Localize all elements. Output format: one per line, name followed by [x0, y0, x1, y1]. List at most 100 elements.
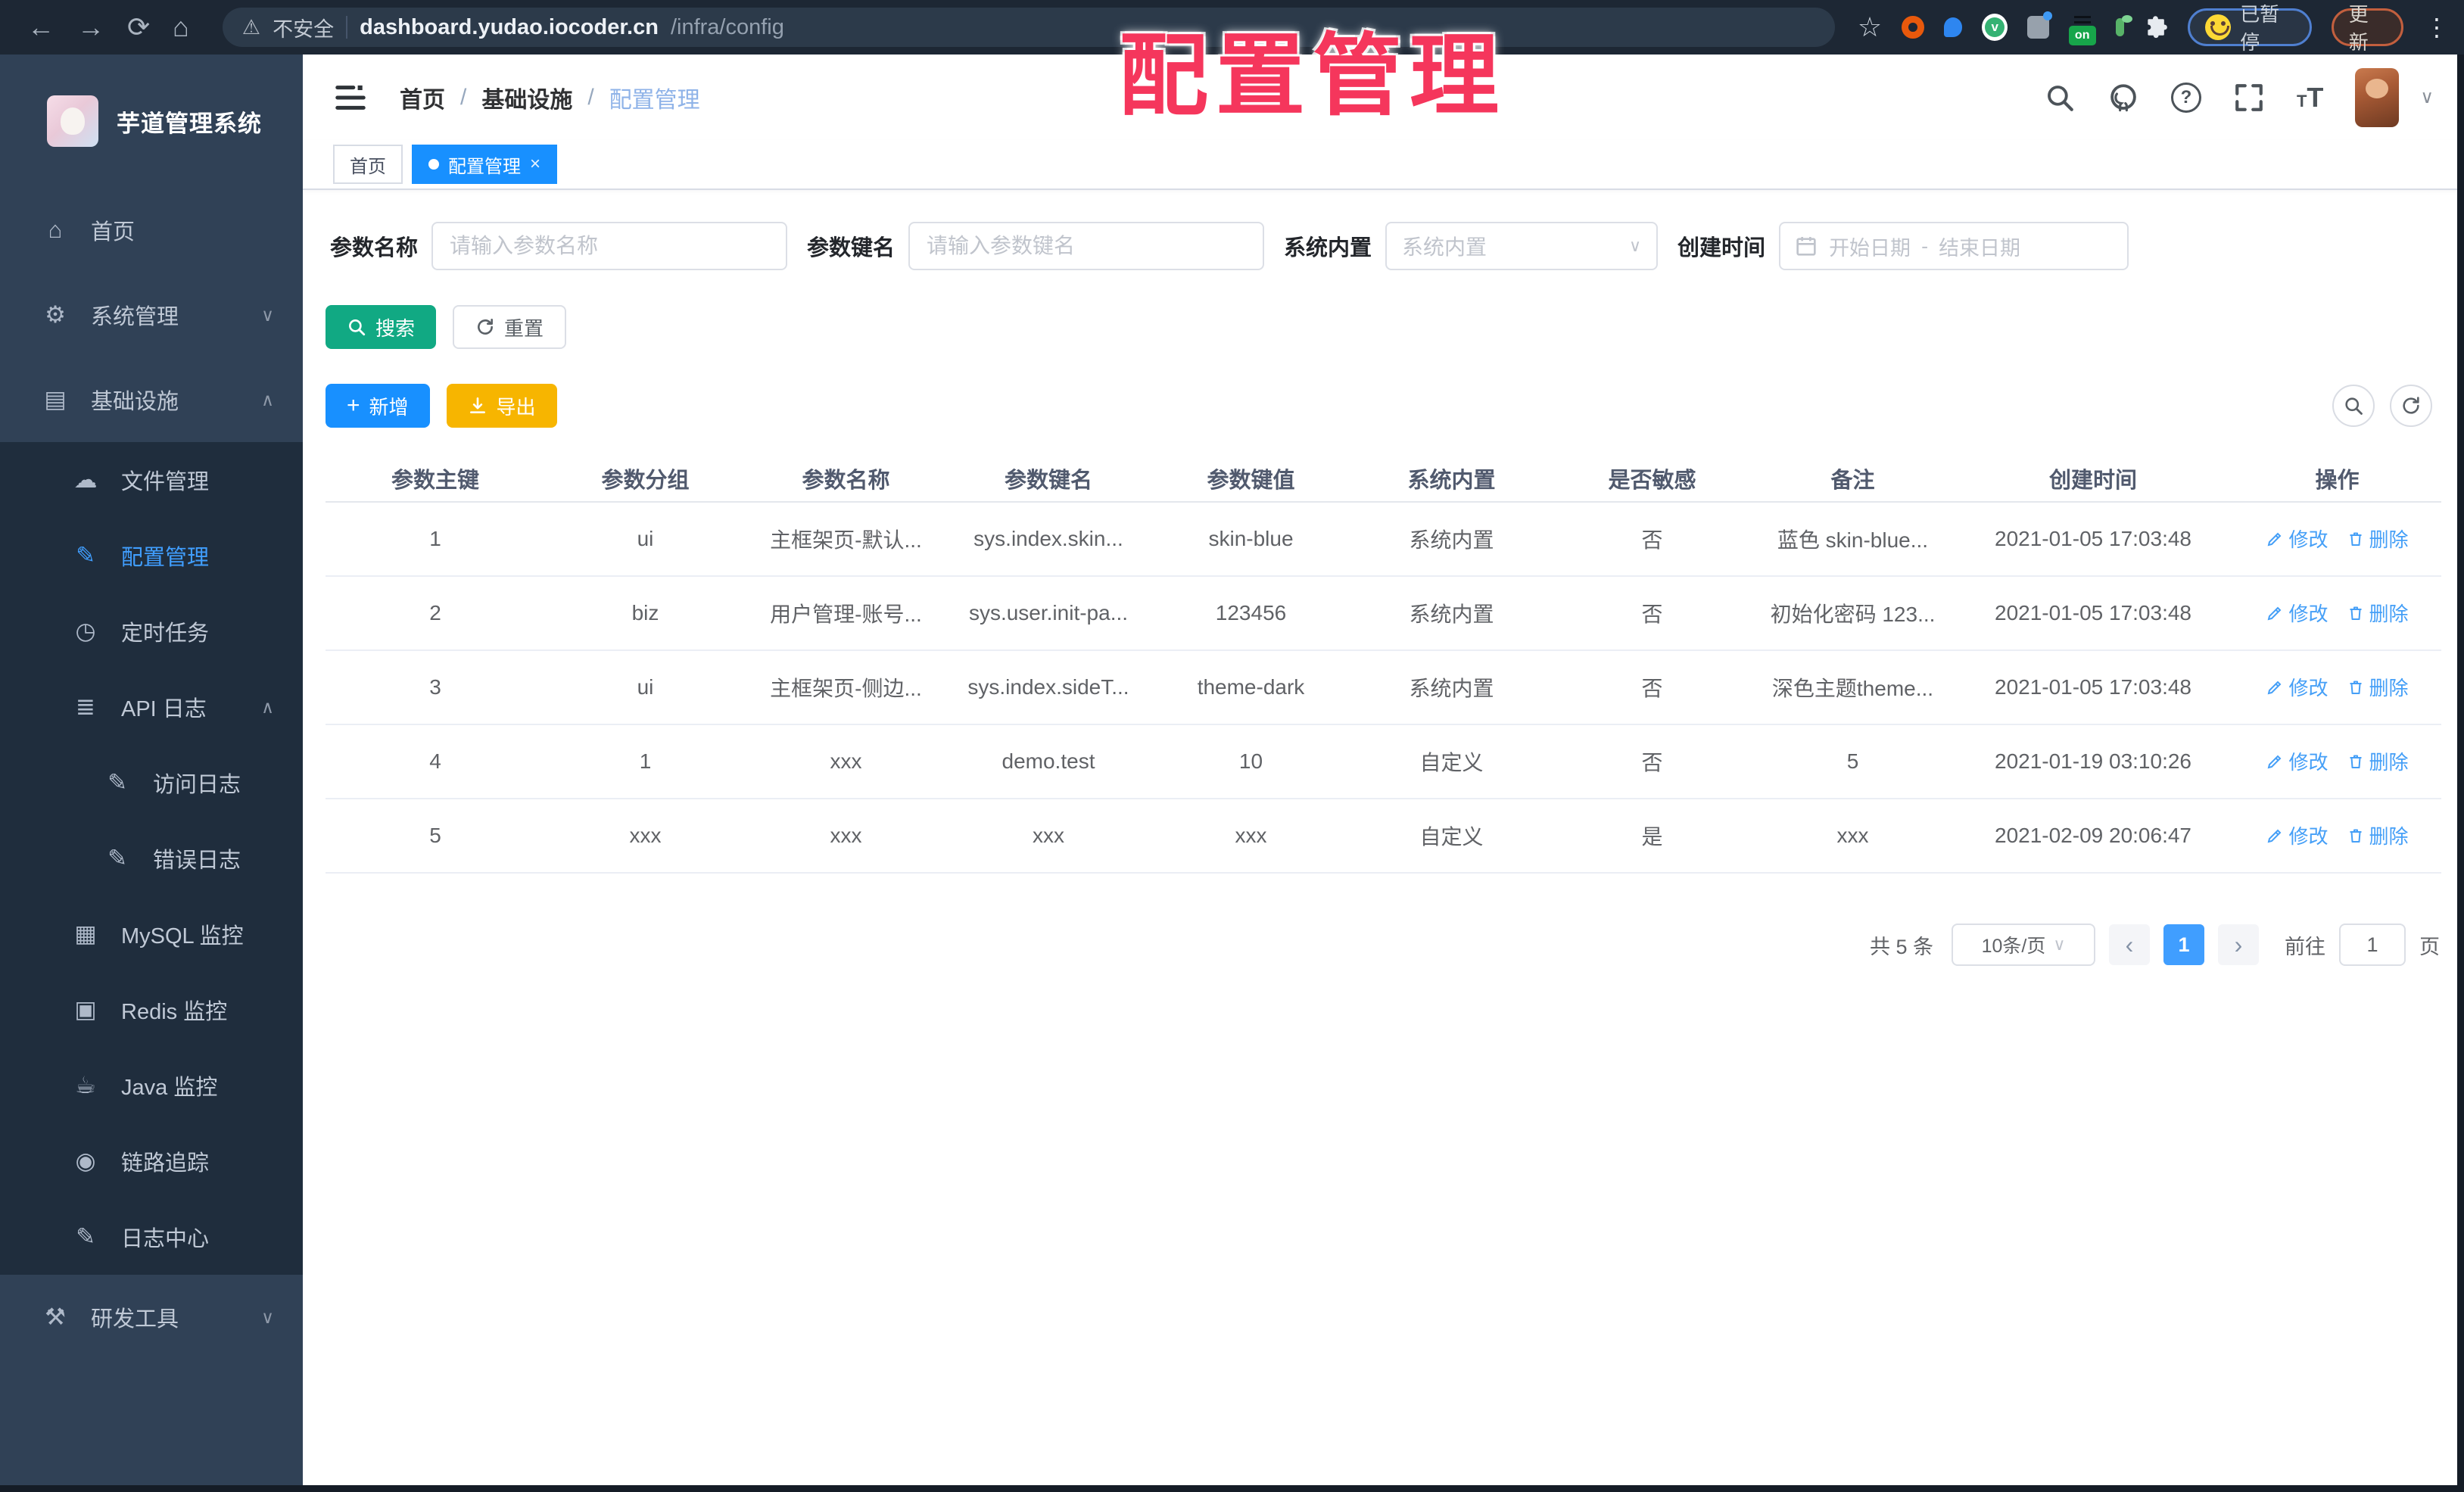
table-toolbar: + 新增 导出	[326, 384, 2441, 428]
current-page-button[interactable]: 1	[2163, 924, 2204, 965]
job-icon: ◷	[75, 618, 96, 644]
system-icon: ⚙	[45, 301, 66, 328]
font-size-icon[interactable]: TT	[2297, 83, 2323, 111]
sidebar-logo[interactable]: 芋道管理系统	[0, 55, 303, 188]
cell-actions: 修改 删除	[2233, 576, 2441, 651]
sidebar-item-config[interactable]: ✎ 配置管理	[0, 518, 303, 593]
sidebar-item-label: Redis 监控	[121, 1000, 228, 1024]
github-icon[interactable]	[2107, 82, 2139, 114]
tag-1[interactable]: 配置管理 ×	[412, 145, 558, 184]
sidebar-item-label: API 日志	[121, 697, 207, 721]
avatar-caret-icon[interactable]: ∨	[2420, 86, 2434, 108]
system-type-select[interactable]: 系统内置 ∨	[1385, 222, 1659, 270]
fullscreen-icon[interactable]	[2233, 82, 2265, 114]
page-size-select[interactable]: 10条/页 ∨	[1952, 924, 2095, 966]
delete-button[interactable]: 删除	[2347, 821, 2409, 849]
toggle-search-button[interactable]	[2332, 385, 2375, 427]
sidebar-item-java[interactable]: ☕ Java 监控	[0, 1048, 303, 1123]
vue-letter: v	[1985, 17, 2005, 37]
cell-id: 5	[326, 799, 545, 874]
goto-page-input[interactable]	[2339, 924, 2406, 966]
bookmark-star-icon[interactable]: ☆	[1858, 11, 1882, 43]
sidebar-menu: ⌂ 首页 ⚙ 系统管理 ∨ ▤ 基础设施 ∧ ☁ 文件管理 ✎ 配置管理 ◷ 定时任务 ≣ API 日志 ∧ ✎ 访…	[0, 188, 303, 1360]
sidebar-item-mysql[interactable]: ▦ MySQL 监控	[0, 896, 303, 972]
delete-button[interactable]: 删除	[2347, 599, 2409, 627]
delete-button[interactable]: 删除	[2347, 673, 2409, 701]
cell-actions: 修改 删除	[2233, 724, 2441, 799]
update-button[interactable]: 更新	[2331, 3, 2403, 54]
next-page-button[interactable]: ›	[2218, 924, 2259, 965]
search-icon[interactable]	[2044, 82, 2076, 114]
edit-button[interactable]: 修改	[2266, 599, 2328, 627]
close-icon[interactable]: ×	[530, 155, 540, 173]
browser-chrome: ← → ⟳ ⌂ ⚠ 不安全 dashboard.yudao.iocoder.cn…	[0, 0, 2464, 55]
cell-value: 123456	[1151, 576, 1351, 651]
sidebar-item-access-log[interactable]: ✎ 访问日志	[0, 745, 303, 821]
search-button[interactable]: 搜索	[326, 305, 437, 349]
cell-remark: xxx	[1752, 799, 1953, 874]
prev-page-button[interactable]: ‹	[2109, 924, 2150, 965]
sidebar-item-label: 定时任务	[121, 621, 210, 646]
home-icon[interactable]: ⌂	[173, 14, 189, 41]
cell-name: 主框架页-默认...	[746, 502, 946, 577]
tag-0[interactable]: 首页	[333, 145, 403, 184]
extension-donut-icon[interactable]	[1902, 16, 1924, 39]
extensions-puzzle-icon[interactable]	[2144, 14, 2168, 40]
sidebar-item-redis[interactable]: ▣ Redis 监控	[0, 972, 303, 1048]
file-icon: ☁	[73, 466, 98, 493]
delete-button[interactable]: 删除	[2347, 525, 2409, 553]
add-button[interactable]: + 新增	[326, 384, 430, 428]
download-icon	[469, 397, 485, 413]
filter-form: 参数名称 参数键名 系统内置 系统内置 ∨ 创建时间 开始日期 -	[326, 222, 2441, 270]
cell-remark: 5	[1752, 724, 1953, 799]
breadcrumb-infra[interactable]: 基础设施	[481, 81, 572, 114]
sidebar-item-error-log[interactable]: ✎ 错误日志	[0, 821, 303, 896]
hamburger-icon[interactable]	[333, 80, 368, 115]
delete-button[interactable]: 删除	[2347, 747, 2409, 775]
reset-button[interactable]: 重置	[453, 305, 567, 349]
sidebar-item-api-log[interactable]: ≣ API 日志 ∧	[0, 669, 303, 745]
edit-button[interactable]: 修改	[2266, 747, 2328, 775]
reload-icon[interactable]: ⟳	[127, 14, 150, 41]
cell-actions: 修改 删除	[2233, 799, 2441, 874]
export-button[interactable]: 导出	[446, 384, 557, 428]
edit-button[interactable]: 修改	[2266, 821, 2328, 849]
help-icon[interactable]: ?	[2170, 82, 2201, 113]
address-bar[interactable]: ⚠ 不安全 dashboard.yudao.iocoder.cn /infra/…	[222, 8, 1835, 47]
sidebar-item-file[interactable]: ☁ 文件管理	[0, 442, 303, 518]
extension-sprout-icon[interactable]	[2115, 15, 2133, 36]
sidebar-item-log-center[interactable]: ✎ 日志中心	[0, 1199, 303, 1275]
cell-value: theme-dark	[1151, 650, 1351, 725]
sidebar-item-home[interactable]: ⌂ 首页	[0, 188, 303, 273]
extension-translate-icon[interactable]	[2027, 11, 2053, 39]
cell-sensitive: 是	[1552, 799, 1752, 874]
extension-drop-icon[interactable]	[1943, 17, 1963, 37]
forward-icon[interactable]: →	[77, 14, 104, 41]
page-content: 参数名称 参数键名 系统内置 系统内置 ∨ 创建时间 开始日期 -	[303, 190, 2464, 1492]
edit-button[interactable]: 修改	[2266, 525, 2328, 553]
sidebar-item-infra[interactable]: ▤ 基础设施 ∧	[0, 357, 303, 442]
sidebar-item-label: 日志中心	[121, 1227, 210, 1251]
user-avatar[interactable]	[2355, 67, 2400, 127]
edit-button[interactable]: 修改	[2266, 673, 2328, 701]
refresh-table-button[interactable]	[2390, 385, 2432, 427]
back-icon[interactable]: ←	[27, 14, 55, 41]
plus-icon: +	[347, 393, 360, 418]
extension-vue-icon[interactable]: v	[1982, 14, 2008, 41]
sidebar-item-trace[interactable]: ◉ 链路追踪	[0, 1123, 303, 1199]
column-header-0: 参数主键	[326, 455, 545, 503]
param-key-input[interactable]	[908, 222, 1265, 270]
date-range-picker[interactable]: 开始日期 - 结束日期	[1779, 222, 2129, 270]
param-name-input[interactable]	[431, 222, 788, 270]
browser-menu-icon[interactable]: ⋮	[2425, 13, 2449, 42]
breadcrumb-home[interactable]: 首页	[400, 81, 445, 114]
paused-extension-button[interactable]: 已暂停	[2188, 3, 2312, 54]
sidebar-item-job[interactable]: ◷ 定时任务	[0, 593, 303, 669]
search-actions-row: 搜索 重置	[326, 305, 2441, 349]
edit-icon	[2268, 681, 2282, 695]
sidebar-item-label: 系统管理	[91, 305, 179, 329]
sidebar-item-system[interactable]: ⚙ 系统管理 ∨	[0, 273, 303, 357]
extension-on-icon[interactable]: on	[2068, 15, 2096, 45]
cell-key: sys.index.skin...	[946, 502, 1151, 577]
sidebar-item-dev-tools[interactable]: ⚒ 研发工具 ∨	[0, 1275, 303, 1360]
